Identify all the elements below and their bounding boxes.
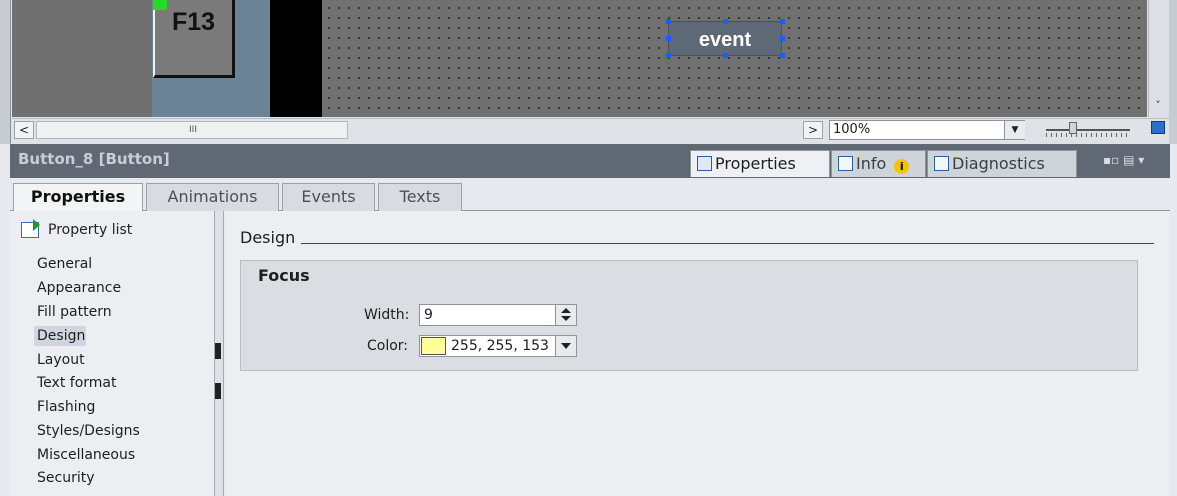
selection-handle[interactable] [666,19,671,24]
canvas-left-border [0,0,11,144]
tab-label: Info [856,154,887,173]
selection-handle[interactable] [780,19,785,24]
tab-diagnostics[interactable]: Diagnostics [927,150,1077,177]
tab-events[interactable]: Events [282,183,375,211]
nav-item-design[interactable]: Design [37,328,85,344]
color-swatch [421,337,446,355]
tab-texts[interactable]: Texts [378,183,462,211]
zoom-slider-thumb[interactable] [1069,122,1077,134]
nav-item-styles-designs[interactable]: Styles/Designs [37,423,140,439]
selection-handle[interactable] [666,36,671,41]
nav-item-flashing[interactable]: Flashing [37,399,95,415]
stepper-up-icon[interactable] [561,308,571,313]
section-divider [301,243,1154,244]
tab-label: Diagnostics [952,154,1045,173]
info-tab-icon [838,156,853,171]
selection-handle[interactable] [780,36,785,41]
nav-item-text-format[interactable]: Text format [37,375,116,391]
inspector-title: Button_8 [Button] [18,150,170,168]
width-stepper[interactable] [555,305,576,325]
nav-item-general[interactable]: General [37,256,92,272]
property-list-link[interactable]: Property list [48,222,132,238]
nav-item-appearance[interactable]: Appearance [37,280,121,296]
collapse-arrow-icon[interactable] [215,343,221,359]
nav-item-miscellaneous[interactable]: Miscellaneous [37,447,135,463]
window-controls-icon[interactable]: ▪▫ ▤ ▾ [1103,153,1165,169]
tab-animations[interactable]: Animations [146,183,279,211]
tab-label: Properties [715,154,796,173]
tab-info[interactable]: Info i [831,150,926,177]
tab-properties-sub[interactable]: Properties [13,183,143,212]
color-label: Color: [367,338,409,354]
color-value: 255, 255, 153 [451,338,549,354]
scroll-down-icon[interactable]: ˅ [1150,98,1166,114]
selection-handle[interactable] [723,19,728,24]
selection-handle[interactable] [666,53,671,58]
nav-item-security[interactable]: Security [37,470,95,486]
zoom-fit-icon[interactable] [1151,121,1165,134]
warning-icon: i [894,159,910,174]
scroll-grip-icon[interactable]: III [186,121,200,139]
chevron-down-icon [561,343,571,349]
zoom-select[interactable]: 100% [829,120,1025,140]
nav-item-layout[interactable]: Layout [37,352,85,368]
zoom-slider[interactable] [1046,129,1130,131]
nav-item-fill-pattern[interactable]: Fill pattern [37,304,112,320]
gray-rectangle[interactable] [12,0,152,117]
group-title: Focus [258,266,310,285]
width-input[interactable]: 9 [419,304,577,326]
properties-tab-icon [697,156,712,171]
tab-properties[interactable]: Properties [690,150,830,177]
stepper-down-icon[interactable] [561,316,571,321]
selection-handle[interactable] [153,0,167,10]
black-rectangle[interactable] [270,0,322,117]
scroll-right-icon[interactable]: > [803,121,823,139]
color-dropdown-button[interactable] [555,336,576,356]
property-list-arrow-icon [33,219,40,231]
selection-handle[interactable] [780,53,785,58]
canvas-right-border [1169,0,1177,144]
event-button[interactable]: event [668,21,782,56]
screen-grid[interactable] [322,0,1147,117]
selection-handle[interactable] [723,53,728,58]
section-title: Design [240,228,296,247]
chevron-down-icon[interactable]: ▼ [1004,121,1025,139]
f13-button[interactable]: F13 [153,0,235,78]
zoom-slider-ticks [1046,133,1130,137]
expand-arrow-icon[interactable] [215,383,221,399]
width-label: Width: [364,307,410,323]
scroll-left-icon[interactable]: < [14,121,34,139]
diagnostics-tab-icon [934,156,949,171]
